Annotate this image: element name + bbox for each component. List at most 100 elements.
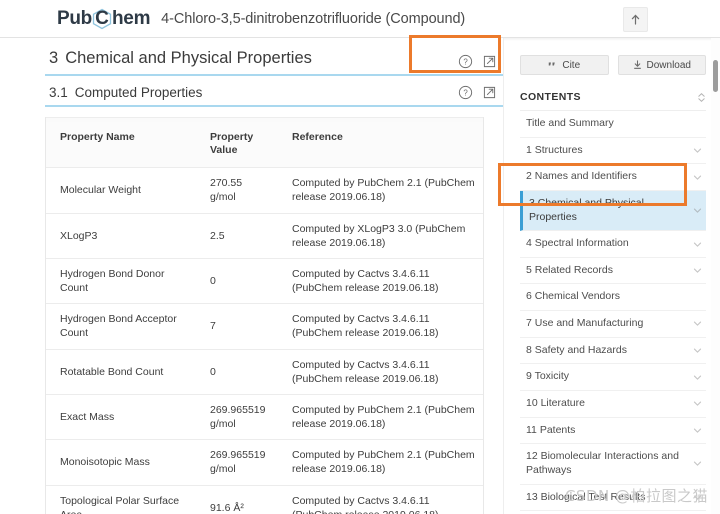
table-cell-ref: Computed by Cactvs 3.4.6.11 (PubChem rel…	[278, 258, 483, 305]
table-cell-value: 7	[196, 303, 278, 350]
toc-item-6[interactable]: 5 Related Records	[520, 258, 706, 285]
table-cell-name: Rotatable Bond Count	[46, 349, 196, 395]
table-row: Monoisotopic Mass 269.965519 g/mol Compute…	[46, 439, 483, 486]
section-3-1-number: 3.1	[49, 85, 68, 100]
table-cell-ref: Computed by XLogP3 3.0 (PubChem release …	[278, 213, 483, 259]
chevron-down-icon[interactable]	[693, 173, 702, 182]
question-circle-icon[interactable]: ?	[458, 54, 473, 69]
compound-title: 4-Chloro-3,5-dinitrobenzotrifluoride (Co…	[161, 10, 466, 27]
table-cell-name: Exact Mass	[46, 394, 196, 441]
table-cell-value: 0	[196, 349, 278, 395]
sidebar-action-buttons: Cite Download	[504, 38, 720, 75]
section-3-1-title: Computed Properties	[74, 85, 203, 100]
table-header-row: Property Name Property Value Reference	[46, 122, 483, 169]
section-3-1-title-line: 3.1 Computed Properties	[49, 85, 202, 100]
section-3-number: 3	[49, 49, 59, 67]
logo-text-c: C	[95, 7, 109, 29]
external-link-icon[interactable]	[482, 85, 497, 100]
chevron-down-icon[interactable]	[693, 319, 702, 328]
chevron-down-icon[interactable]	[693, 399, 702, 408]
pubchem-logo[interactable]: Pub C hem	[57, 8, 150, 30]
toc-item-label: 8 Safety and Hazards	[526, 343, 627, 356]
toc-item-11[interactable]: 10 Literature	[520, 391, 706, 418]
table-cell-name: Hydrogen Bond Acceptor Count	[46, 303, 196, 350]
chevron-down-icon[interactable]	[693, 146, 702, 155]
toc-item-3[interactable]: 2 Names and Identifiers	[520, 164, 706, 191]
toc-item-5[interactable]: 4 Spectral Information	[520, 231, 706, 258]
column-header-property-value: Property Value	[196, 122, 278, 169]
table-row: Topological Polar Surface Area91.6 Å²Com…	[46, 485, 483, 514]
download-icon	[633, 60, 641, 69]
section-3-1-icon-group: ?	[458, 85, 497, 100]
chevron-down-icon[interactable]	[693, 206, 702, 215]
section-3-title-line: 3 Chemical and Physical Properties	[49, 49, 312, 68]
table-header: Property Name Property Value Reference	[46, 122, 483, 169]
toc-item-10[interactable]: 9 Toxicity	[520, 364, 706, 392]
computed-properties-table-border: Property Name Property Value Reference M…	[45, 117, 484, 514]
quote-icon	[549, 62, 556, 65]
table-cell-value: 269.965519 g/mol	[196, 439, 278, 486]
svg-text:?: ?	[463, 58, 468, 67]
section-3-1-header: 3.1 Computed Properties ?	[45, 76, 503, 107]
sidebar-top-shade	[504, 38, 720, 41]
upload-arrow-icon[interactable]	[623, 7, 648, 32]
cite-button[interactable]: Cite	[520, 55, 609, 75]
toc-item-13[interactable]: 12 Biomolecular Interactions and Pathway…	[520, 444, 706, 485]
external-link-icon[interactable]	[482, 54, 497, 69]
logo-text-pub: Pub	[57, 8, 92, 29]
contents-header[interactable]: CONTENTS	[520, 91, 706, 111]
toc-item-label: 11 Patents	[526, 423, 576, 436]
toc-item-12[interactable]: 11 Patents	[520, 418, 706, 445]
upload-arrow-glyph	[631, 14, 640, 25]
chevron-down-icon[interactable]	[693, 266, 702, 275]
chevron-updown-icon[interactable]	[697, 92, 706, 103]
table-row: Hydrogen Bond Donor Count 0 Computed by Ca…	[46, 258, 483, 305]
toc-item-2[interactable]: 1 Structures	[520, 138, 706, 165]
toc-item-label: 3 Chemical and Physical Properties	[529, 196, 644, 223]
table-row: Molecular Weight 270.55 g/mol Computed by …	[46, 167, 483, 214]
page-scrollbar-track[interactable]	[711, 38, 720, 514]
table-cell-ref: Computed by PubChem 2.1 (PubChem release…	[278, 167, 483, 214]
download-button[interactable]: Download	[617, 55, 706, 75]
main-content-column: 3 Chemical and Physical Properties ? 3.1 C…	[45, 38, 503, 514]
column-header-property-name: Property Name	[46, 122, 196, 169]
table-cell-value: 2.5	[196, 213, 278, 259]
toc-item-1[interactable]: Title and Summary	[520, 111, 706, 138]
toc-item-label: 2 Names and Identifiers	[526, 170, 637, 183]
logo-hexagon-c: C	[92, 8, 112, 30]
table-cell-name: Monoisotopic Mass	[46, 439, 196, 486]
toc-item-7[interactable]: 6 Chemical Vendors	[520, 284, 706, 312]
chevron-down-icon[interactable]	[693, 240, 702, 249]
watermark: CSDN @柏拉图之猫	[564, 487, 708, 505]
table-cell-value: 270.55 g/mol	[196, 167, 278, 214]
table-cell-value: 269.965519 g/mol	[196, 394, 278, 441]
table-of-contents: Title and Summary 1 Structures 2 Names and…	[520, 111, 706, 514]
top-header-bar: Pub C hem 4-Chloro-3,5-dinitrobenzotrifl…	[0, 0, 720, 38]
table-row: Exact Mass 269.965519 g/mol Computed by Pu…	[46, 394, 483, 441]
chevron-down-icon[interactable]	[693, 346, 702, 355]
table-cell-name: Hydrogen Bond Donor Count	[46, 258, 196, 305]
table-cell-value: 91.6 Å²	[196, 485, 278, 514]
computed-properties-table: Property Name Property Value Reference M…	[46, 122, 483, 514]
toc-item-4[interactable]: 3 Chemical and Physical Properties	[520, 190, 706, 232]
toc-item-label: 9 Toxicity	[526, 370, 569, 383]
table-cell-ref: Computed by PubChem 2.1 (PubChem release…	[278, 394, 483, 441]
chevron-down-icon[interactable]	[693, 459, 702, 468]
toc-item-9[interactable]: 8 Safety and Hazards	[520, 338, 706, 365]
toc-item-label: 1 Structures	[526, 143, 583, 156]
question-circle-icon[interactable]: ?	[458, 85, 473, 100]
toc-item-8[interactable]: 7 Use and Manufacturing	[520, 311, 706, 338]
toc-item-label: 5 Related Records	[526, 263, 613, 276]
cite-button-label: Cite	[562, 59, 581, 71]
chevron-down-icon[interactable]	[693, 373, 702, 382]
section-3-title: Chemical and Physical Properties	[65, 49, 312, 67]
chevron-down-icon[interactable]	[693, 426, 702, 435]
table-body: Molecular Weight 270.55 g/mol Computed by …	[46, 167, 483, 514]
toc-item-label: 10 Literature	[526, 397, 585, 410]
section-3-icon-group: ?	[458, 54, 497, 69]
right-sidebar: Cite Download CONTENTS Title and Summary…	[503, 38, 720, 514]
page-scrollbar-thumb[interactable]	[713, 60, 718, 92]
pubchem-page: Pub C hem 4-Chloro-3,5-dinitrobenzotrifl…	[0, 0, 720, 514]
table-cell-ref: Computed by PubChem 2.1 (PubChem release…	[278, 439, 483, 486]
toc-item-label: 12 Biomolecular Interactions and Pathway…	[526, 450, 679, 476]
